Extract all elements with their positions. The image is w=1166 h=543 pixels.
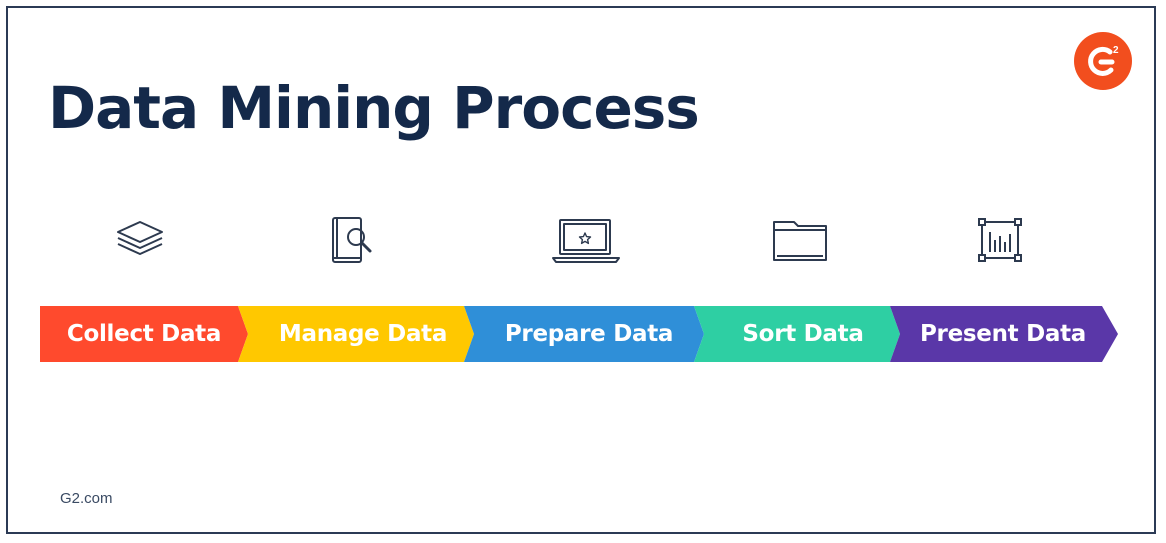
g2-logo-icon: 2 — [1074, 32, 1132, 90]
step-label: Manage Data — [278, 321, 448, 347]
chart-frame-icon — [970, 210, 1030, 270]
folder-icon — [768, 210, 828, 270]
footer-source: G2.com — [60, 490, 113, 507]
book-search-icon — [322, 210, 382, 270]
svg-text:2: 2 — [1113, 45, 1119, 56]
step-label: Sort Data — [742, 321, 864, 347]
layers-icon — [110, 210, 170, 270]
step-icons-row — [0, 210, 1166, 270]
process-steps: Collect Data Manage Data Prepare Data So… — [40, 306, 1120, 362]
step-sort-data: Sort Data — [694, 306, 900, 362]
diagram-title: Data Mining Process — [48, 74, 700, 142]
step-label: Present Data — [920, 321, 1086, 347]
laptop-icon — [550, 210, 620, 270]
step-label: Prepare Data — [504, 321, 674, 347]
step-manage-data: Manage Data — [238, 306, 474, 362]
step-prepare-data: Prepare Data — [464, 306, 704, 362]
step-collect-data: Collect Data — [40, 306, 248, 362]
step-present-data: Present Data — [890, 306, 1118, 362]
step-label: Collect Data — [66, 321, 222, 347]
